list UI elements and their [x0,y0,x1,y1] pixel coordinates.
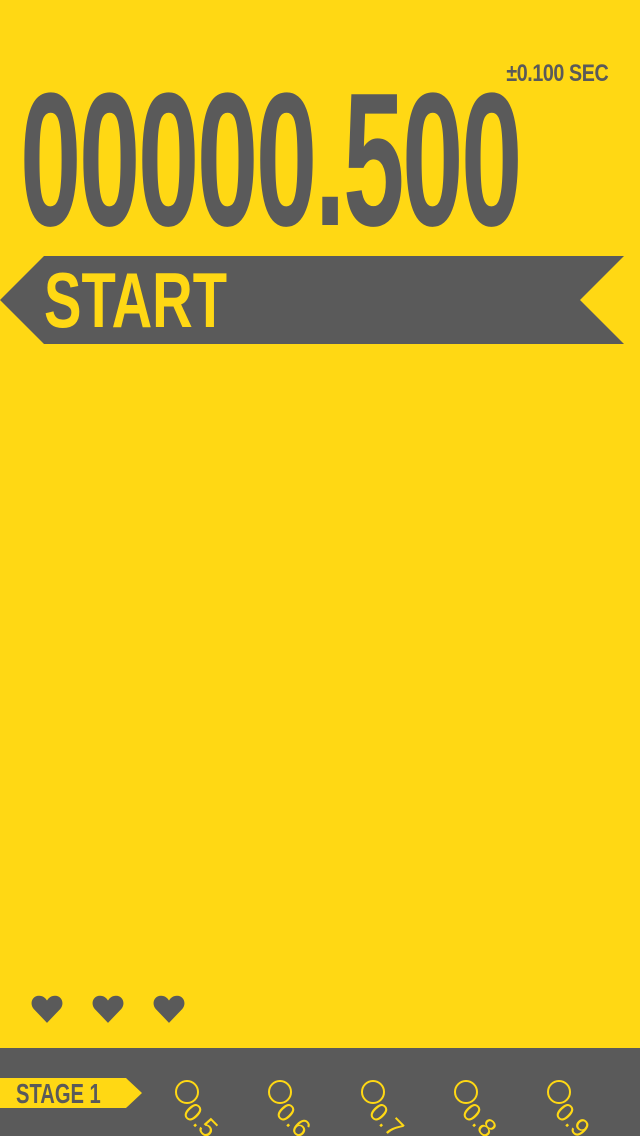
heart-icon [153,995,185,1023]
stage-node-0-7[interactable]: 0.7 [361,1078,421,1136]
stage-bar: STAGE 1 0.5 0.6 0.7 0.8 0.9 [0,1048,640,1136]
heart-icon [92,995,124,1023]
start-button[interactable]: START [0,256,624,344]
heart-icon [31,995,63,1023]
stage-node-0-6[interactable]: 0.6 [268,1078,328,1136]
stage-label: STAGE 1 [16,1078,101,1109]
start-label: START [44,256,228,344]
stage-node-0-5[interactable]: 0.5 [175,1078,235,1136]
stage-node-0-8[interactable]: 0.8 [454,1078,514,1136]
stage-tag: STAGE 1 [0,1078,142,1109]
tolerance-label: ±0.100 SEC [506,60,608,87]
stage-node-0-9[interactable]: 0.9 [547,1078,607,1136]
timer-display: 00000.500 [20,54,522,266]
